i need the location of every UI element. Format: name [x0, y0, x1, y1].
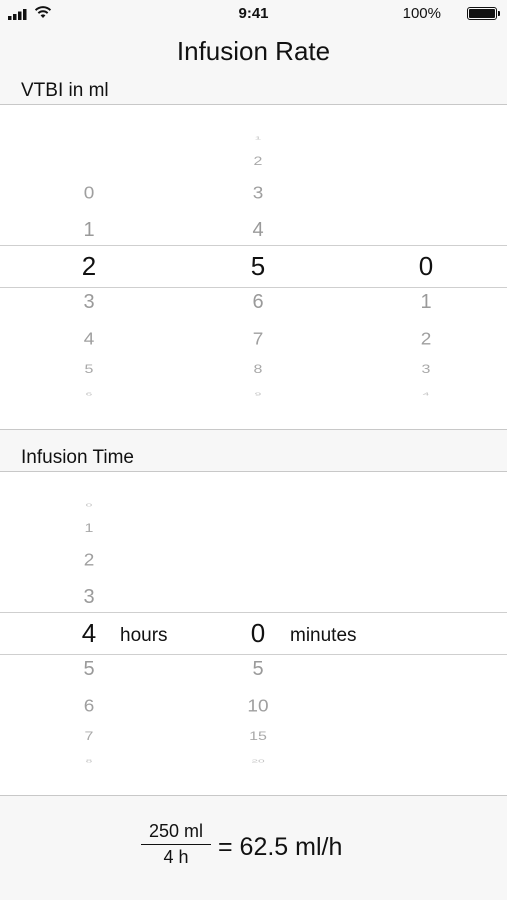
vtbi-wheel-2-option[interactable]: 3 [238, 184, 278, 201]
vtbi-wheel-2-option[interactable]: 4 [238, 220, 278, 240]
hours-wheel-option[interactable]: 1 [69, 523, 109, 535]
vtbi-wheel-3-option[interactable]: 2 [406, 330, 446, 347]
minutes-wheel-option[interactable]: 5 [238, 659, 278, 679]
vtbi-wheel-3-selected-value[interactable]: 0 [406, 253, 446, 279]
minutes-unit-label: minutes [290, 625, 357, 646]
minutes-wheel-selected-value[interactable]: 0 [238, 620, 278, 646]
infusion-time-label: Infusion Time [21, 447, 134, 468]
vtbi-wheel-2-selected-value[interactable]: 5 [238, 253, 278, 279]
vtbi-wheel-1-option[interactable]: 1 [69, 220, 109, 240]
vtbi-wheel-3-option[interactable]: 4 [406, 392, 446, 397]
status-bar: 9:41 100% [0, 0, 507, 28]
page-title: Infusion Rate [176, 36, 331, 66]
fraction-numerator: 250 ml [148, 821, 204, 841]
selection-indicator-bottom [0, 654, 507, 655]
battery-icon [467, 7, 500, 20]
hours-wheel-option[interactable]: 0 [69, 503, 109, 508]
vtbi-label: VTBI in ml [21, 80, 109, 101]
hours-unit-label: hours [120, 625, 168, 646]
vtbi-wheel-2-option[interactable]: 8 [238, 364, 278, 376]
hours-wheel-option[interactable]: 8 [69, 759, 109, 764]
result-footer: 250 ml 4 h = 62.5 ml/h [0, 797, 507, 900]
fraction-denominator: 4 h [163, 847, 189, 867]
minutes-wheel-option[interactable]: 10 [238, 697, 278, 714]
rate-fraction: 250 ml 4 h [141, 821, 211, 868]
divider [0, 429, 507, 430]
vtbi-wheel-1-option[interactable]: 5 [69, 364, 109, 376]
vtbi-wheel-2-option[interactable]: 9 [238, 392, 278, 397]
vtbi-wheel-2-option[interactable]: 2 [238, 156, 278, 168]
vtbi-picker[interactable]: 2 0 1 3 4 5 6 5 1 2 3 4 6 7 8 9 0 1 2 3 4 [0, 105, 507, 429]
hours-wheel-option[interactable]: 3 [69, 587, 109, 607]
minutes-wheel-option[interactable]: 20 [238, 759, 278, 764]
divider [0, 795, 507, 796]
selection-indicator-top [0, 245, 507, 246]
vtbi-wheel-1-option[interactable]: 6 [69, 392, 109, 397]
vtbi-wheel-3-option[interactable]: 1 [406, 292, 446, 312]
hours-wheel-option[interactable]: 2 [69, 551, 109, 568]
rate-result: = 62.5 ml/h [218, 833, 343, 861]
vtbi-wheel-3-option[interactable]: 3 [406, 364, 446, 376]
vtbi-wheel-1-option[interactable]: 0 [69, 184, 109, 201]
hours-wheel-option[interactable]: 7 [69, 731, 109, 743]
minutes-wheel-option[interactable]: 15 [238, 731, 278, 743]
vtbi-wheel-1-option[interactable]: 4 [69, 330, 109, 347]
infusion-time-picker[interactable]: hours minutes 4 0 1 2 3 5 6 7 8 0 5 10 15 20 [0, 472, 507, 795]
vtbi-wheel-2-option[interactable]: 1 [238, 136, 278, 141]
selection-indicator-top [0, 612, 507, 613]
vtbi-wheel-1-option[interactable]: 3 [69, 292, 109, 312]
vtbi-wheel-2-option[interactable]: 7 [238, 330, 278, 347]
hours-wheel-selected-value[interactable]: 4 [69, 620, 109, 646]
battery-percent: 100% [402, 5, 441, 22]
selection-indicator-bottom [0, 287, 507, 288]
hours-wheel-option[interactable]: 6 [69, 697, 109, 714]
hours-wheel-option[interactable]: 5 [69, 659, 109, 679]
vtbi-wheel-2-option[interactable]: 6 [238, 292, 278, 312]
vtbi-wheel-1-selected-value[interactable]: 2 [69, 253, 109, 279]
